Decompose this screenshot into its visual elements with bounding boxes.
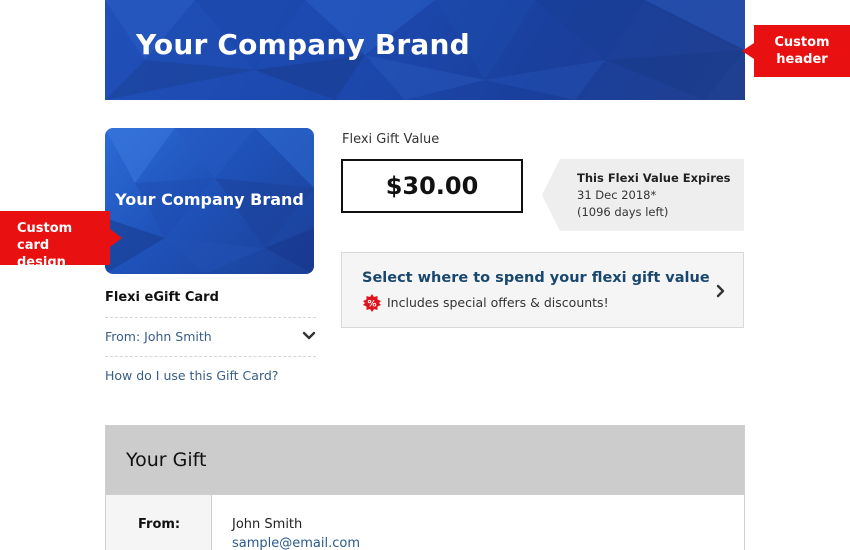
card-brand-title: Your Company Brand [115, 190, 304, 209]
discount-badge-icon: % [363, 294, 381, 312]
custom-card-callout: Custom card design [0, 211, 122, 270]
gift-from-label-cell: From: [106, 495, 212, 550]
spend-title: Select where to spend your flexi gift va… [362, 270, 710, 286]
gift-card-image: Your Company Brand [105, 128, 314, 274]
divider [105, 317, 316, 318]
expiry-date: 31 Dec 2018* [577, 188, 657, 202]
custom-header-callout: Custom header [742, 25, 850, 77]
svg-text:%: % [367, 300, 376, 310]
from-dropdown[interactable]: From: John Smith [105, 329, 316, 347]
expiry-title: This Flexi Value Expires [577, 171, 731, 185]
gift-from-name: John Smith [232, 517, 303, 532]
spend-subtitle: Includes special offers & discounts! [387, 295, 609, 310]
chevron-right-icon [716, 284, 725, 298]
expiry-panel: This Flexi Value Expires 31 Dec 2018* (1… [542, 159, 744, 231]
brand-header: Your Company Brand [105, 0, 745, 100]
gift-card-help-link[interactable]: How do I use this Gift Card? [105, 368, 278, 383]
gift-section-title: Your Gift [126, 449, 207, 471]
card-name: Flexi eGift Card [105, 290, 219, 305]
select-spend-button[interactable]: Select where to spend your flexi gift va… [341, 252, 744, 328]
gift-from-email[interactable]: sample@email.com [232, 536, 360, 550]
your-gift-section: Your Gift From: John Smith sample@email.… [105, 425, 745, 550]
gift-from-label: From: [138, 517, 181, 532]
header-brand-title: Your Company Brand [136, 28, 470, 61]
value-label: Flexi Gift Value [342, 132, 440, 147]
divider [105, 356, 316, 357]
expiry-days-left: (1096 days left) [577, 205, 669, 219]
value-amount: $30.00 [341, 159, 523, 213]
gift-section-header: Your Gift [106, 426, 744, 494]
chevron-down-icon [302, 331, 316, 340]
from-dropdown-label: From: John Smith [105, 329, 212, 344]
gift-from-row: From: John Smith sample@email.com [106, 494, 744, 550]
